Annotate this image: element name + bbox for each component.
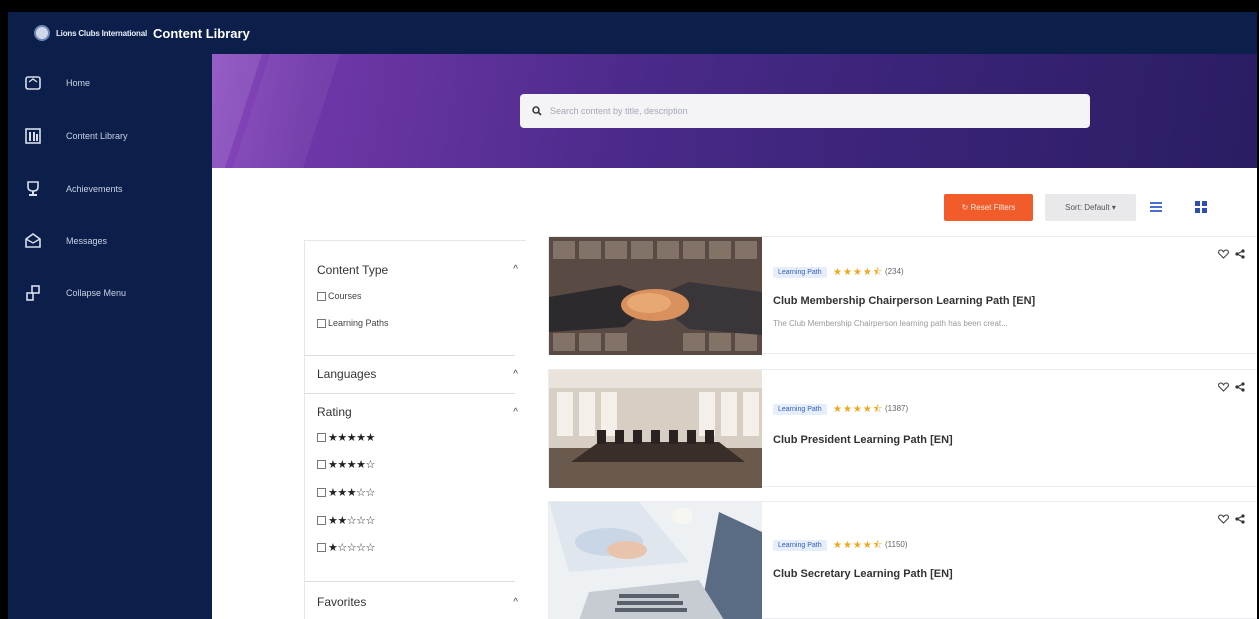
content-card[interactable]: Learning Path ★★★★⯪ (1387) Club Presiden…: [548, 369, 1257, 488]
card-description: The Club Membership Chairperson learning…: [773, 319, 1008, 328]
divider: [305, 581, 515, 582]
rating-stars: ★☆☆☆☆: [328, 542, 375, 554]
heart-icon[interactable]: [1218, 249, 1229, 259]
rating-count: (1387): [885, 404, 909, 413]
app-window: Lions Clubs International Content Librar…: [8, 12, 1257, 619]
rating-stars: ★★★★★: [328, 432, 375, 444]
rating-stars: ★★☆☆☆: [328, 515, 375, 527]
chevron-up-icon[interactable]: ^: [513, 369, 518, 380]
collapse-icon: [22, 282, 44, 304]
rating-option-2[interactable]: ★★☆☆☆: [317, 514, 375, 527]
app-title: Content Library: [153, 25, 250, 41]
sidebar: Home Content Library Achievements Messag…: [8, 54, 212, 619]
search-input[interactable]: [550, 106, 1070, 116]
rating-stars: ★★★★⯪: [833, 267, 884, 278]
rating-option-4[interactable]: ★★★★☆: [317, 458, 375, 471]
rating-stars: ★★★★⯪: [833, 404, 884, 415]
rating-option-1[interactable]: ★☆☆☆☆: [317, 541, 375, 554]
hero-banner: [212, 54, 1257, 168]
heart-icon[interactable]: [1218, 382, 1229, 392]
content-card[interactable]: Learning Path ★★★★⯪ (234) Club Membershi…: [548, 236, 1257, 355]
sidebar-item-home[interactable]: Home: [8, 68, 212, 98]
filter-heading-languages: Languages: [317, 367, 377, 381]
filter-heading-rating: Rating: [317, 405, 352, 419]
filter-option-label: Learning Paths: [328, 318, 389, 328]
rating-stars: ★★★★☆: [328, 459, 375, 471]
chevron-up-icon[interactable]: ^: [513, 597, 518, 608]
rating-stars: ★★★★⯪: [833, 540, 884, 551]
sidebar-item-label: Home: [66, 78, 91, 88]
share-icon[interactable]: [1235, 382, 1245, 392]
sidebar-item-label: Messages: [66, 236, 108, 246]
trophy-icon: [22, 178, 44, 200]
card-title[interactable]: Club Secretary Learning Path [EN]: [773, 568, 953, 580]
sidebar-item-label: Content Library: [66, 131, 128, 141]
content-card[interactable]: Learning Path ★★★★⯪ (1150) Club Secretar…: [548, 501, 1257, 619]
library-icon: [22, 125, 44, 147]
sidebar-item-achievements[interactable]: Achievements: [8, 174, 212, 204]
filter-option-learning-paths[interactable]: Learning Paths: [317, 318, 389, 328]
rating-stars: ★★★☆☆: [328, 487, 375, 499]
sort-dropdown[interactable]: Sort: Default ▾: [1045, 194, 1136, 221]
rating-count: (1150): [885, 540, 908, 549]
content-type-badge: Learning Path: [773, 540, 827, 551]
card-thumbnail-laptop-desk: [549, 502, 762, 619]
sidebar-item-messages[interactable]: Messages: [8, 226, 212, 256]
checkbox[interactable]: [317, 433, 326, 442]
content-type-badge: Learning Path: [773, 267, 827, 278]
checkbox[interactable]: [317, 460, 326, 469]
search-box[interactable]: [520, 94, 1090, 128]
filter-heading-content-type: Content Type: [317, 263, 389, 277]
rating-count: (234): [885, 267, 904, 276]
home-icon: [22, 72, 44, 94]
divider: [305, 355, 515, 356]
checkbox[interactable]: [317, 318, 326, 328]
chevron-up-icon[interactable]: ^: [513, 407, 518, 418]
rating-option-5[interactable]: ★★★★★: [317, 431, 375, 444]
rating-option-3[interactable]: ★★★☆☆: [317, 486, 375, 499]
checkbox[interactable]: [317, 291, 326, 301]
sidebar-item-collapse-menu[interactable]: Collapse Menu: [8, 278, 212, 308]
messages-icon: [22, 230, 44, 252]
share-icon[interactable]: [1235, 249, 1245, 259]
filter-option-label: Courses: [328, 291, 362, 301]
filter-panel: Content Type ^ Courses Learning Paths La…: [304, 240, 526, 619]
filter-heading-favorites: Favorites: [317, 595, 367, 609]
share-icon[interactable]: [1235, 514, 1245, 524]
search-icon: [532, 106, 542, 116]
checkbox[interactable]: [317, 488, 326, 497]
heart-icon[interactable]: [1218, 514, 1229, 524]
content-type-badge: Learning Path: [773, 404, 827, 415]
lions-logo-icon: [34, 25, 50, 41]
reset-filters-button[interactable]: ↻ Reset Filters: [944, 194, 1033, 221]
card-title[interactable]: Club Membership Chairperson Learning Pat…: [773, 295, 1035, 307]
card-title[interactable]: Club President Learning Path [EN]: [773, 434, 953, 446]
top-bar: Lions Clubs International Content Librar…: [8, 12, 1257, 54]
grid-view-icon[interactable]: [1194, 200, 1208, 214]
checkbox[interactable]: [317, 516, 326, 525]
sidebar-item-label: Achievements: [66, 184, 123, 194]
chevron-up-icon[interactable]: ^: [513, 264, 518, 275]
filter-option-courses[interactable]: Courses: [317, 291, 362, 301]
brand-name: Lions Clubs International: [56, 28, 148, 38]
sidebar-item-label: Collapse Menu: [66, 288, 127, 298]
sidebar-item-content-library[interactable]: Content Library: [8, 121, 212, 151]
list-view-icon[interactable]: [1149, 200, 1163, 214]
card-thumbnail-handshake: [549, 237, 762, 355]
divider: [305, 393, 515, 394]
card-thumbnail-meeting-room: [549, 370, 762, 488]
checkbox[interactable]: [317, 543, 326, 552]
